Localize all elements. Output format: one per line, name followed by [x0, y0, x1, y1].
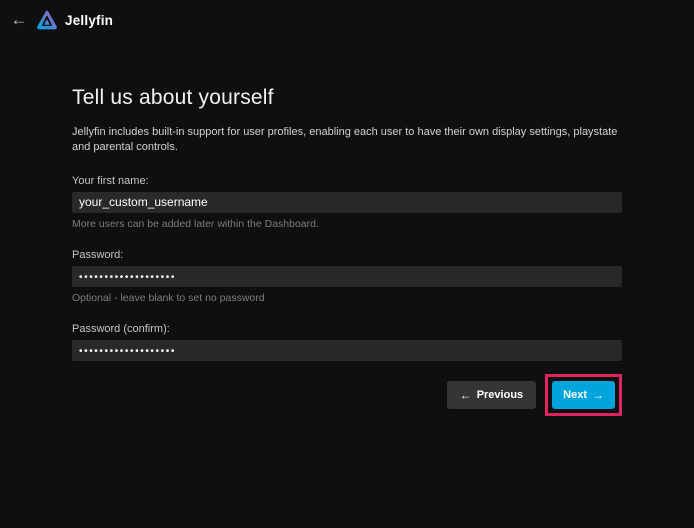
password-confirm-input[interactable] [72, 340, 622, 361]
password-input[interactable] [72, 266, 622, 287]
wizard-buttons-row: ← Previous Next → [72, 374, 622, 416]
right-arrow-icon: → [592, 388, 604, 402]
app-name: Jellyfin [65, 13, 113, 28]
next-button[interactable]: Next → [552, 381, 615, 409]
first-name-input[interactable] [72, 192, 622, 213]
password-confirm-label: Password (confirm): [72, 323, 622, 335]
previous-button[interactable]: ← Previous [447, 381, 536, 409]
password-confirm-group: Password (confirm): [72, 323, 622, 361]
next-button-label: Next [563, 389, 587, 401]
password-helper: Optional - leave blank to set no passwor… [72, 292, 622, 304]
jellyfin-logo-icon [36, 9, 58, 31]
password-group: Password: Optional - leave blank to set … [72, 249, 622, 304]
jellyfin-logo: Jellyfin [36, 9, 113, 31]
page-title: Tell us about yourself [72, 86, 622, 110]
first-name-group: Your first name: More users can be added… [72, 175, 622, 230]
next-button-highlight-annotation: Next → [545, 374, 622, 416]
first-name-helper: More users can be added later within the… [72, 218, 622, 230]
password-label: Password: [72, 249, 622, 261]
top-bar: ← Jellyfin [0, 0, 694, 40]
back-arrow-icon[interactable]: ← [4, 5, 34, 35]
previous-button-label: Previous [477, 389, 523, 401]
wizard-panel: Tell us about yourself Jellyfin includes… [72, 86, 622, 416]
first-name-label: Your first name: [72, 175, 622, 187]
left-arrow-icon: ← [460, 388, 472, 402]
wizard-description: Jellyfin includes built-in support for u… [72, 125, 622, 156]
